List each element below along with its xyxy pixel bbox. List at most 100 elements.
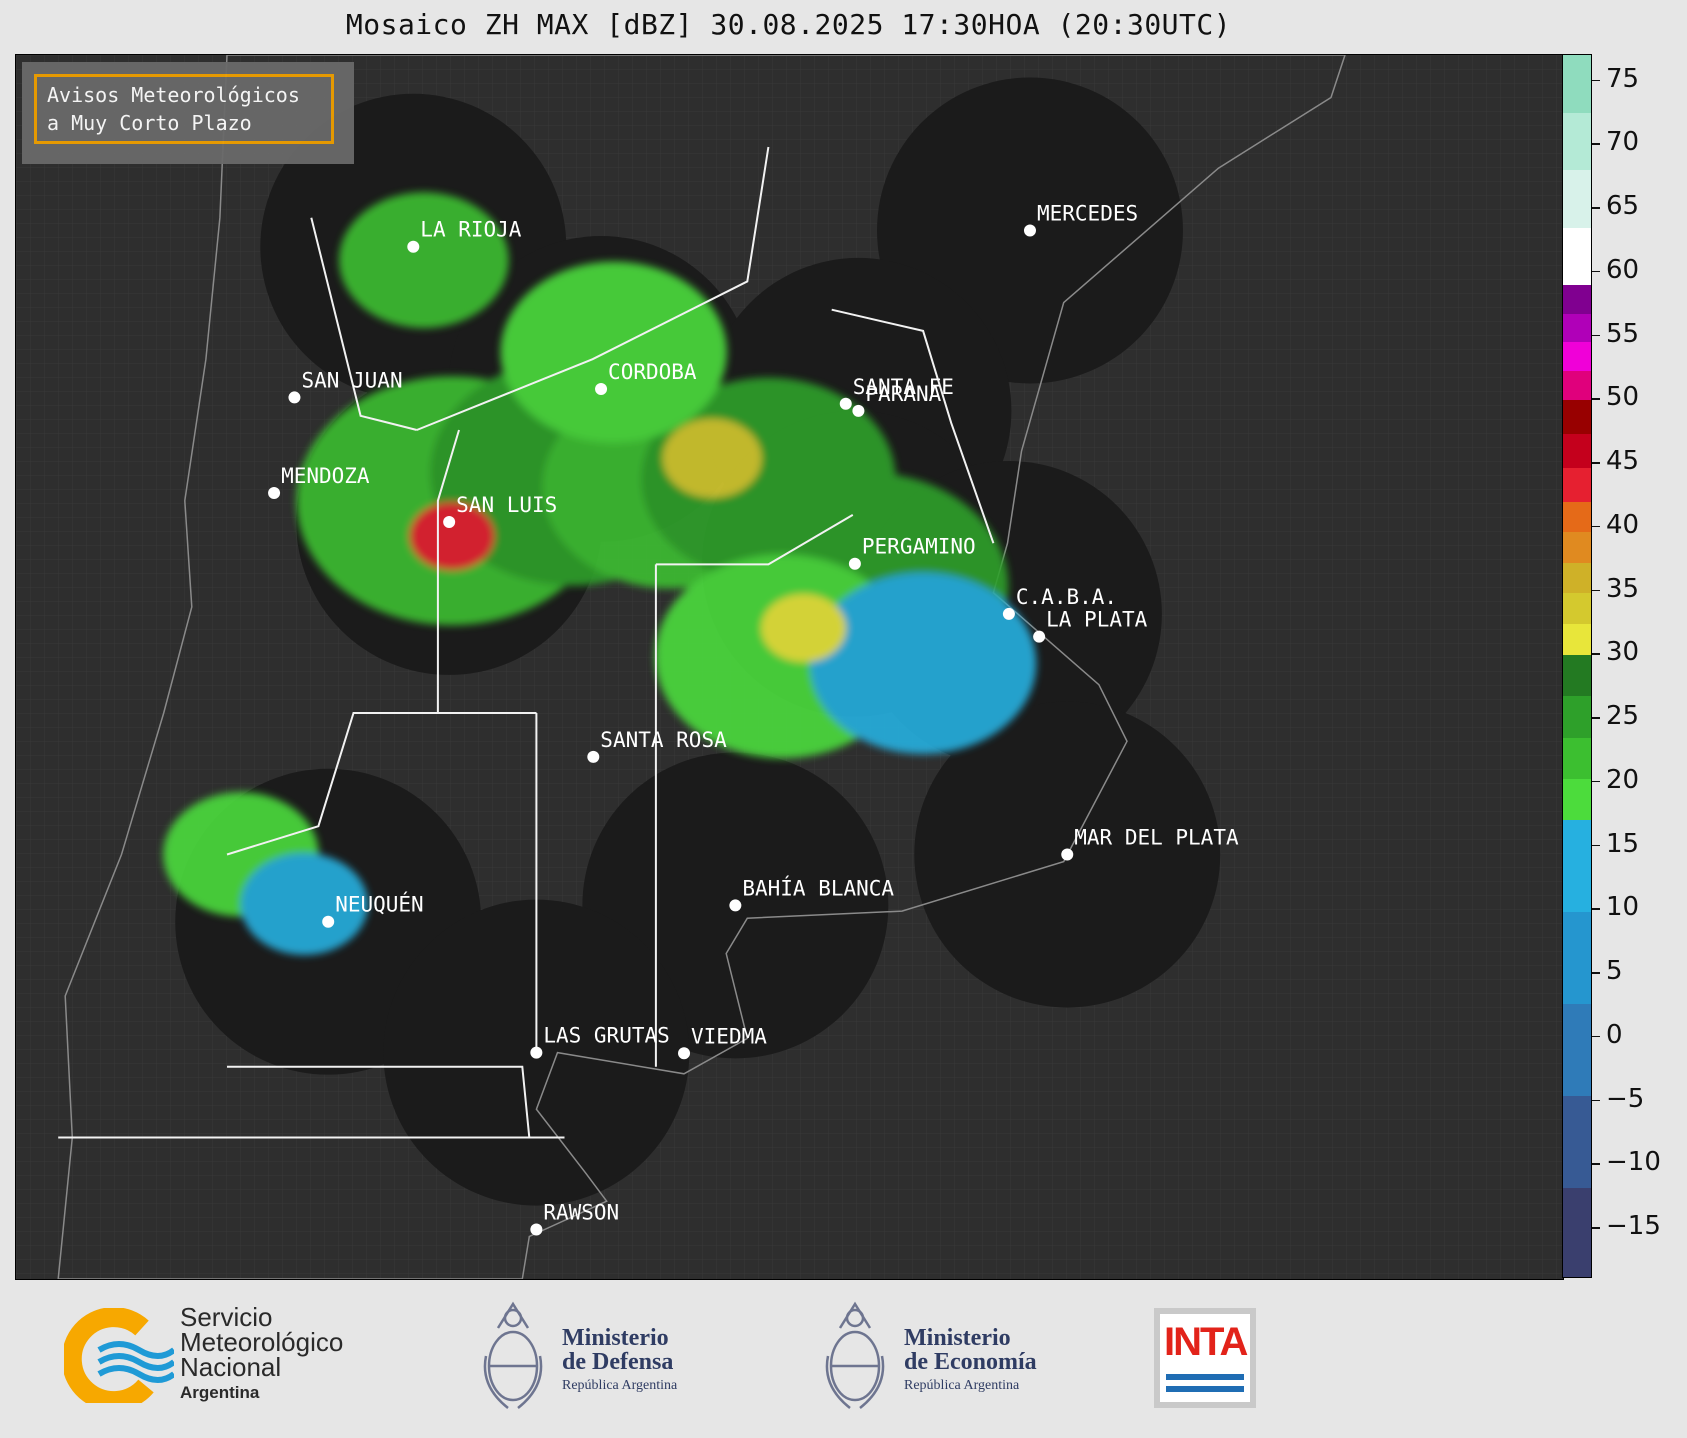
city-label: LA PLATA (1046, 608, 1148, 632)
colorbar-tick-mark (1592, 525, 1600, 528)
colorbar-segment (1563, 501, 1591, 533)
colorbar-tick-label: 20 (1606, 764, 1640, 795)
colorbar-segment (1563, 1003, 1591, 1096)
city-label: MENDOZA (281, 464, 370, 488)
city-label: PARANA (865, 382, 941, 406)
colorbar-segment (1563, 399, 1591, 434)
city-marker (443, 515, 456, 528)
colorbar-tick-label: 50 (1606, 382, 1640, 413)
colorbar-tick-label: 70 (1606, 127, 1640, 158)
economia-line3: República Argentina (904, 1378, 1020, 1393)
colorbar-tick-mark (1592, 780, 1600, 783)
colorbar-tick-mark (1592, 79, 1600, 81)
colorbar-tick-mark (1592, 398, 1600, 400)
colorbar-ticks: 75 70 65 60 55 50 45 40 35 30 25 20 15 10 5 0 −5 −10 −15 (1592, 54, 1682, 1278)
colorbar-tick-label: −5 (1606, 1083, 1645, 1114)
colorbar-tick-label: 75 (1606, 63, 1640, 94)
city-label: RAWSON (543, 1200, 619, 1224)
city-marker (530, 1046, 543, 1059)
colorbar-segment (1563, 433, 1591, 468)
inta-logo: INTA (1154, 1308, 1256, 1408)
city-marker (1033, 630, 1046, 643)
reflectivity-cell (662, 418, 762, 498)
colorbar-tick-label: 55 (1606, 318, 1640, 349)
colorbar-tick-label: 15 (1606, 828, 1640, 859)
colorbar-segment (1563, 313, 1591, 343)
city-label: BAHÍA BLANCA (742, 875, 894, 900)
city-marker (268, 486, 281, 499)
reflectivity-cell (338, 192, 509, 329)
city-label: MERCEDES (1037, 201, 1138, 225)
city-label: LA RIOJA (420, 218, 522, 242)
defensa-line1: Ministerio (562, 1325, 669, 1351)
colorbar-tick-mark (1592, 1227, 1600, 1229)
city-marker (678, 1047, 691, 1060)
city-marker (1061, 848, 1074, 861)
colorbar-tick-label: 65 (1606, 191, 1640, 221)
city-label: SAN JUAN (301, 368, 402, 392)
reflectivity-cell (761, 594, 847, 663)
city-label: NEUQUÉN (335, 892, 424, 917)
city-marker (288, 391, 301, 404)
defensa-line3: República Argentina (562, 1378, 678, 1393)
city-marker (839, 397, 852, 410)
city-marker (587, 750, 600, 763)
city-marker (595, 382, 608, 395)
colorbar-tick-label: 5 (1606, 956, 1623, 986)
colorbar-segment (1563, 169, 1591, 228)
city-marker (407, 240, 420, 253)
city-label: MAR DEL PLATA (1074, 825, 1239, 849)
reflectivity-cell (809, 572, 1037, 755)
smn-logo-icon (64, 1308, 174, 1403)
smn-wordmark: Servicio Meteorológico Nacional Argentin… (180, 1304, 343, 1405)
colorbar-tick-label: 35 (1606, 573, 1640, 604)
inta-wordmark: INTA (1164, 1320, 1248, 1364)
map-title: Mosaico ZH MAX [dBZ] 30.08.2025 17:30HOA… (345, 8, 1232, 41)
colorbar-tick-mark (1592, 1035, 1600, 1038)
radar-map[interactable]: LA RIOJA MERCEDES CORDOBA SAN JUAN SANTA FE P… (15, 54, 1564, 1280)
colorbar-segment (1563, 562, 1591, 594)
colorbar-tick-mark (1592, 1163, 1600, 1165)
colorbar-tick-mark (1592, 143, 1600, 145)
city-label: SAN LUIS (456, 493, 557, 517)
dbz-colorbar (1562, 54, 1592, 1278)
city-label: SANTA ROSA (600, 728, 727, 752)
colorbar-segment (1563, 1095, 1591, 1188)
colorbar-segment (1563, 654, 1591, 697)
colorbar-segment (1563, 112, 1591, 171)
economia-line1: Ministerio (904, 1325, 1011, 1351)
city-label: C.A.B.A. (1016, 585, 1117, 609)
city-label: LAS GRUTAS (543, 1024, 669, 1048)
colorbar-tick-mark (1592, 334, 1600, 336)
city-marker (852, 404, 865, 417)
colorbar-segment (1563, 284, 1591, 314)
economia-coat-of-arms-icon (825, 1301, 885, 1409)
colorbar-tick-label: −15 (1606, 1211, 1661, 1241)
colorbar-segment (1563, 911, 1591, 1005)
colorbar-segment (1563, 531, 1591, 563)
colorbar-tick-mark (1592, 1099, 1600, 1101)
colorbar-segment (1563, 1187, 1591, 1277)
colorbar-tick-mark (1592, 207, 1600, 209)
colorbar-tick-label: 25 (1606, 701, 1640, 731)
colorbar-tick-label: 40 (1606, 509, 1640, 540)
city-marker (322, 915, 335, 928)
colorbar-segment (1563, 778, 1591, 821)
colorbar-tick-label: 30 (1606, 637, 1640, 668)
colorbar-tick-label: 60 (1606, 254, 1640, 285)
smn-line3: Nacional (180, 1352, 282, 1382)
defensa-line2: de Defensa (562, 1349, 674, 1375)
economia-wordmark: Ministerio de Economía República Argenti… (904, 1326, 1037, 1398)
map-canvas: LA RIOJAMERCEDESCORDOBASAN JUAN SANTA FEP… (16, 55, 1563, 1279)
warning-legend: Avisos Meteorológicos a Muy Corto Plazo (22, 62, 354, 164)
defensa-coat-of-arms-icon (483, 1301, 543, 1409)
colorbar-tick-mark (1592, 462, 1600, 464)
colorbar-tick-mark (1592, 972, 1600, 974)
colorbar-segment (1563, 341, 1591, 372)
colorbar-tick-mark (1592, 844, 1600, 846)
city-marker (729, 899, 742, 912)
colorbar-segment (1563, 227, 1591, 285)
colorbar-tick-label: 0 (1606, 1019, 1623, 1050)
colorbar-tick-mark (1592, 717, 1600, 719)
city-marker (530, 1223, 543, 1236)
